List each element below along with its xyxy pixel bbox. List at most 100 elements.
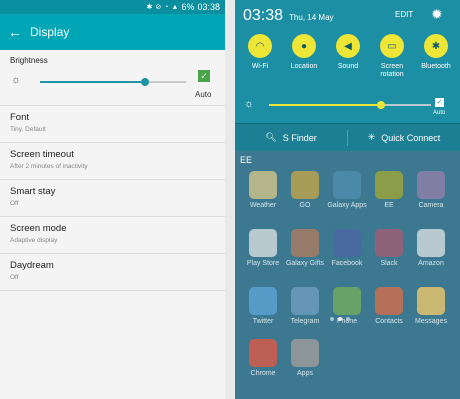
brightness-slider-thumb[interactable] [141,78,150,86]
app-icon [249,229,277,257]
s-finder-label: S Finder [282,132,317,143]
app-icon [333,287,361,315]
app-weather[interactable]: Weather [243,171,283,209]
app-icon [249,287,277,315]
toggle-label: Sound [337,63,359,70]
setting-item-screen-mode[interactable]: Screen mode Adaptive display [0,217,225,254]
app-ee[interactable]: EE [369,171,409,209]
gear-icon[interactable]: ✹ [431,6,443,23]
app-go[interactable]: GO [285,171,325,209]
app-play-store[interactable]: Play Store [243,229,283,267]
app-label: Weather [249,202,277,209]
app-label: Amazon [418,260,444,267]
app-twitter[interactable]: Twitter [243,287,283,325]
panel-auto-checkbox[interactable]: ✓ [435,98,444,107]
app-icon [333,171,361,199]
app-icon [291,339,319,367]
setting-item-font[interactable]: Font Tiny, Default [0,106,225,143]
app-telegram[interactable]: Telegram [285,287,325,325]
search-icon: 🔍︎ [265,132,277,142]
page-dot [330,317,334,321]
app-icon [249,171,277,199]
setting-item-screen-timeout[interactable]: Screen timeout After 2 minutes of inactiv… [0,143,225,180]
wifi-icon: ◠ [248,34,272,58]
auto-brightness-checkbox[interactable]: ✓ [198,70,210,82]
app-messages[interactable]: Messages [411,287,451,325]
setting-subtitle: Off [10,274,19,281]
panel-auto-label: Auto [433,110,446,116]
app-icon [417,171,445,199]
edit-button[interactable]: EDIT [395,10,413,19]
app-label: Slack [380,260,398,267]
toggle-sound[interactable]: ◀ Sound [327,34,369,71]
setting-subtitle: After 2 minutes of inactivity [10,163,88,170]
app-contacts[interactable]: Contacts [369,287,409,325]
app-facebook[interactable]: Facebook [327,229,367,267]
status-time: 03:38 [197,2,220,12]
home-screen-background: EE Weather GO Galaxy Apps EE Camera Play Stor… [235,151,460,399]
notification-panel-screen: 03:38 Thu, 14 May EDIT ✹ ◠ Wi-Fi ● Location… [235,0,460,399]
app-label: Facebook [331,260,363,267]
app-icon [291,171,319,199]
auto-brightness-label: Auto [195,90,212,99]
app-icon [375,229,403,257]
rotation-icon: ▭ [380,34,404,58]
app-slack[interactable]: Slack [369,229,409,267]
location-icon: ● [292,34,316,58]
app-label: Apps [297,370,313,377]
bluetooth-icon: ✱ [424,34,448,58]
quick-connect-button[interactable]: ✳ Quick Connect [348,132,460,143]
signal-icon: ▲ [171,3,179,11]
app-amazon[interactable]: Amazon [411,229,451,267]
toggle-rotation[interactable]: ▭ Screen rotation [371,34,413,79]
display-settings-screen: ✱ ⊘ ◔ ▲ 6% 03:38 ← Display Brightness ☼ … [0,0,225,399]
app-icon [333,229,361,257]
setting-title: Screen timeout [10,149,74,160]
toggle-label: Location [290,63,318,70]
app-chrome[interactable]: Chrome [243,339,283,377]
toggle-label: Wi-Fi [251,63,269,70]
app-label: Chrome [250,370,276,377]
brightness-label: Brightness [10,56,48,65]
panel-brightness-slider[interactable] [269,101,431,109]
toggle-bluetooth[interactable]: ✱ Bluetooth [415,34,457,71]
toggle-location[interactable]: ● Location [283,34,325,71]
toggle-wifi[interactable]: ◠ Wi-Fi [239,34,281,71]
brightness-auto-icon: ☼ [244,98,255,110]
panel-brightness-thumb[interactable] [376,101,385,109]
quick-connect-icon: ✳ [367,132,376,142]
app-label: Camera [418,202,444,209]
app-label: Play Store [246,260,280,267]
app-label: Galaxy Gifts [285,260,325,267]
setting-subtitle: Tiny, Default [10,126,46,133]
app-camera[interactable]: Camera [411,171,451,209]
app-bar: ← Display [0,14,225,50]
app-icon [417,229,445,257]
quick-settings-panel: 03:38 Thu, 14 May EDIT ✹ ◠ Wi-Fi ● Location… [235,0,460,123]
app-icon [249,339,277,367]
battery-level: 6% [181,2,195,12]
setting-subtitle: Adaptive display [10,237,58,244]
app-galaxy-gifts[interactable]: Galaxy Gifts [285,229,325,267]
app-icon [291,229,319,257]
app-label: GO [299,202,311,209]
app-label: Twitter [252,318,274,325]
status-bar: ✱ ⊘ ◔ ▲ 6% 03:38 [0,0,225,14]
s-finder-button[interactable]: 🔍︎ S Finder [235,132,347,143]
brightness-row: Brightness ☼ ✓ Auto [0,50,225,106]
setting-title: Daydream [10,260,54,271]
app-icon [291,287,319,315]
back-icon[interactable]: ← [8,24,30,40]
app-galaxy-apps[interactable]: Galaxy Apps [327,171,367,209]
page-indicator [330,317,350,321]
app-label: EE [384,202,394,209]
setting-item-daydream[interactable]: Daydream Off [0,254,225,291]
page-dot [346,317,350,321]
app-icon [417,287,445,315]
brightness-slider[interactable] [40,78,186,86]
app-label: Messages [415,318,447,325]
page-title: Display [30,25,70,39]
setting-item-smart-stay[interactable]: Smart stay Off [0,180,225,217]
app-apps[interactable]: Apps [285,339,325,377]
setting-title: Smart stay [10,186,56,197]
